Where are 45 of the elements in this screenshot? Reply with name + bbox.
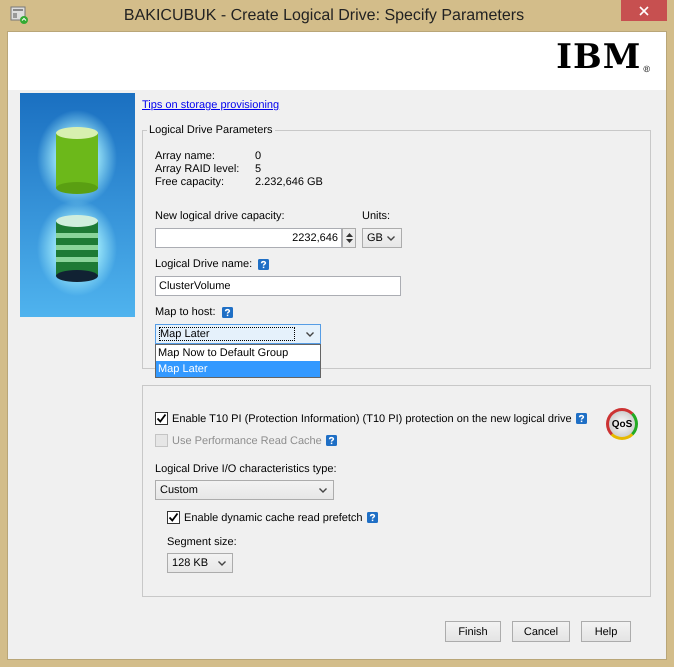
- caret-icon: [218, 560, 226, 566]
- logo: IBM: [556, 40, 642, 74]
- field-label: Logical Drive I/O characteristics type:: [155, 463, 338, 475]
- close-button[interactable]: [621, 0, 667, 21]
- field-label: Segment size:: [167, 536, 238, 548]
- info-label: Array RAID level:: [155, 163, 240, 175]
- segment-dropdown[interactable]: 128 KB: [167, 553, 233, 573]
- caret-icon: [387, 236, 395, 240]
- checkbox-label: Enable dynamic cache read prefetch: [184, 512, 363, 524]
- units-dropdown[interactable]: GB: [362, 228, 402, 248]
- spin-arrows-icon: [346, 232, 352, 244]
- caret-icon: [306, 332, 314, 336]
- field-label: New logical drive capacity:: [155, 210, 286, 222]
- info-label: Array name:: [155, 150, 216, 162]
- checkbox-label: Enable T10 PI (Protection Information) (T10 PI) protection on the new logical drive: [172, 412, 572, 424]
- registered-mark: ®: [643, 64, 650, 74]
- checkbox-label: Use Performance Read Cache: [172, 434, 322, 446]
- help-icon[interactable]: [222, 306, 233, 318]
- info-value: 0: [255, 150, 262, 162]
- checkbox[interactable]: [167, 511, 180, 524]
- checkbox[interactable]: [155, 412, 168, 425]
- qos-badge: QoS: [606, 408, 638, 440]
- app-icon: [10, 6, 28, 24]
- dialog-button[interactable]: Cancel: [512, 621, 570, 642]
- field-label: Logical Drive name:: [155, 258, 252, 270]
- close-icon: [639, 6, 649, 16]
- info-label: Free capacity:: [155, 176, 226, 188]
- spinner[interactable]: [342, 228, 356, 248]
- tips-link[interactable]: Tips on storage provisioning: [142, 99, 280, 111]
- help-icon[interactable]: [366, 512, 378, 523]
- help-icon[interactable]: [576, 413, 587, 424]
- io-type-dropdown[interactable]: Custom: [155, 480, 334, 500]
- capacity-field[interactable]: 2232,646: [155, 228, 342, 248]
- window-title: BAKICUBUK - Create Logical Drive: Specify Parameters: [124, 6, 524, 24]
- dialog-button[interactable]: Help: [581, 621, 631, 642]
- caret-icon: [319, 488, 327, 492]
- dialog-button[interactable]: Finish: [445, 621, 501, 642]
- group-legend: Logical Drive Parameters: [147, 124, 274, 136]
- info-value: 2.232,646 GB: [255, 176, 324, 188]
- field-label: Map to host:: [155, 306, 216, 318]
- name-field[interactable]: ClusterVolume: [155, 276, 401, 296]
- help-icon[interactable]: [326, 435, 337, 446]
- field-label: Units:: [362, 210, 392, 222]
- info-value: 5: [255, 163, 262, 175]
- help-icon[interactable]: [258, 258, 270, 270]
